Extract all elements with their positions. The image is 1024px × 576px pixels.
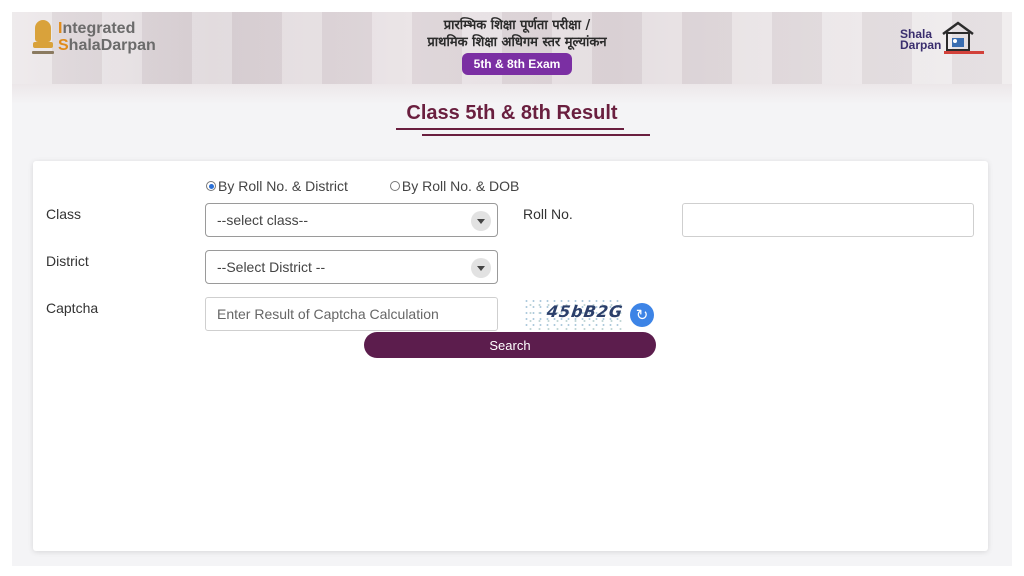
exam-title: प्रारम्भिक शिक्षा पूर्णता परीक्षा / प्रा… xyxy=(372,17,662,75)
heading-underline-2 xyxy=(422,134,650,136)
district-select[interactable]: --Select District -- xyxy=(205,250,498,284)
page-background: Integrated ShalaDarpan प्रारम्भिक शिक्षा… xyxy=(12,12,1012,566)
radio-label: By Roll No. & District xyxy=(218,178,348,194)
radio-unselected-icon[interactable] xyxy=(389,181,400,191)
brand-text: Integrated ShalaDarpan xyxy=(58,20,156,54)
school-house-icon xyxy=(942,21,974,51)
radio-by-roll-district[interactable]: By Roll No. & District xyxy=(206,178,348,194)
captcha-image: 45bB2G xyxy=(523,298,623,330)
class-select-value: --select class-- xyxy=(217,212,309,228)
captcha-code: 45bB2G xyxy=(545,302,623,321)
roll-no-input[interactable] xyxy=(682,203,974,237)
hindi-title-line-1: प्रारम्भिक शिक्षा पूर्णता परीक्षा / xyxy=(443,18,591,33)
class-select[interactable]: --select class-- xyxy=(205,203,498,237)
logo-underline xyxy=(944,51,984,54)
page-heading: Class 5th & 8th Result xyxy=(12,102,1012,136)
radio-by-roll-dob[interactable]: By Roll No. & DOB xyxy=(389,178,520,194)
shala-darpan-logo[interactable]: Shala Darpan xyxy=(898,18,988,62)
captcha-label: Captcha xyxy=(46,300,99,316)
search-button[interactable]: Search xyxy=(364,332,656,358)
search-mode-radio-group: By Roll No. & District By Roll No. & DOB xyxy=(206,178,519,194)
radio-selected-icon[interactable] xyxy=(206,181,216,191)
roll-no-label: Roll No. xyxy=(523,206,573,222)
district-label: District xyxy=(46,253,89,269)
chevron-down-icon[interactable] xyxy=(471,211,491,231)
hindi-title-line-2: प्राथमिक शिक्षा अधिगम स्तर मूल्यांकन xyxy=(427,35,607,50)
integrated-shaladarpan-logo[interactable]: Integrated ShalaDarpan xyxy=(32,18,156,58)
captcha-input[interactable] xyxy=(205,297,498,331)
refresh-captcha-icon[interactable]: ↻ xyxy=(630,303,654,327)
radio-label: By Roll No. & DOB xyxy=(401,178,520,194)
page-title: Class 5th & 8th Result xyxy=(406,102,618,124)
class-label: Class xyxy=(46,206,82,222)
result-search-form: By Roll No. & District By Roll No. & DOB… xyxy=(33,161,988,551)
heading-underline-1 xyxy=(396,128,624,130)
banner-fade xyxy=(12,84,1012,104)
district-select-value: --Select District -- xyxy=(217,259,326,275)
national-emblem-icon xyxy=(32,18,54,58)
logo-text-darpan: Darpan xyxy=(900,38,942,52)
exam-badge: 5th & 8th Exam xyxy=(461,53,573,75)
chevron-down-icon[interactable] xyxy=(471,258,491,278)
